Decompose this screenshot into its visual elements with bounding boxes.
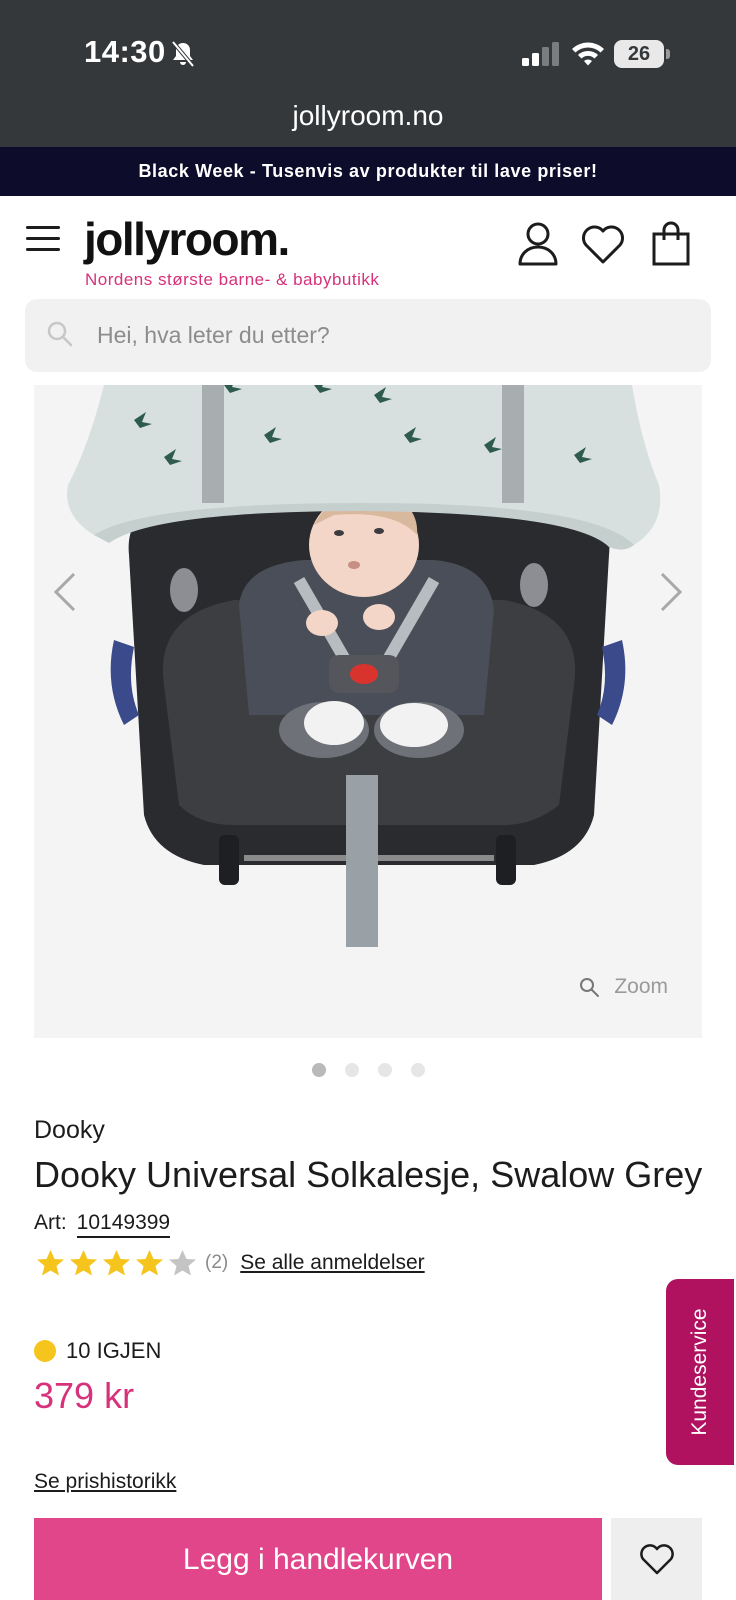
promo-banner[interactable]: Black Week - Tusenvis av produkter til l… (0, 147, 736, 196)
wifi-icon (572, 42, 604, 66)
menu-icon[interactable] (26, 226, 60, 252)
heart-icon (640, 1544, 674, 1575)
star-filled-icon (70, 1250, 97, 1276)
zoom-button[interactable]: Zoom (578, 972, 668, 1002)
price-history-link[interactable]: Se prishistorikk (34, 1470, 176, 1494)
star-filled-icon (136, 1250, 163, 1276)
zoom-label: Zoom (614, 975, 668, 998)
next-image-arrow[interactable] (654, 568, 688, 616)
battery-tip (666, 49, 670, 59)
review-count: (2) (205, 1252, 229, 1273)
customer-service-tab[interactable]: Kundeservice (666, 1279, 734, 1465)
article-label: Art: (34, 1211, 67, 1234)
star-filled-icon (37, 1250, 64, 1276)
stock-indicator-icon (34, 1340, 56, 1362)
browser-chrome: 14:30 26 jollyroom.no (0, 0, 736, 147)
gallery-dot-3[interactable] (377, 1063, 392, 1077)
product-rating[interactable]: (2) Se alle anmeldelser (34, 1247, 425, 1279)
article-number: Art: 10149399 (34, 1211, 171, 1238)
gallery-dot-4[interactable] (410, 1063, 425, 1077)
status-time: 14:30 (84, 34, 166, 69)
gallery-pagination (0, 1063, 736, 1077)
gallery-dot-2[interactable] (344, 1063, 359, 1077)
logo[interactable]: jollyroom. (84, 212, 290, 266)
product-gallery[interactable]: Zoom (34, 385, 702, 1038)
star-filled-icon (103, 1250, 130, 1276)
stock-status: 10 IGJEN (34, 1338, 161, 1364)
search-icon (47, 321, 73, 347)
product-title: Dooky Universal Solkalesje, Swalow Grey (34, 1154, 703, 1195)
see-all-reviews-link[interactable]: Se alle anmeldelser (240, 1251, 424, 1275)
article-number-value: 10149399 (76, 1211, 171, 1238)
cellular-signal-icon (522, 42, 559, 66)
add-to-cart-button[interactable]: Legg i handlekurven (34, 1518, 602, 1600)
customer-service-label: Kundeservice (688, 1308, 711, 1436)
wishlist-icon[interactable] (580, 220, 626, 268)
account-icon[interactable] (515, 220, 561, 268)
search-bar[interactable] (25, 299, 711, 372)
product-image[interactable] (34, 385, 702, 1038)
battery-icon: 26 (614, 40, 670, 68)
product-brand[interactable]: Dooky (34, 1116, 105, 1145)
add-to-wishlist-button[interactable] (611, 1518, 702, 1600)
gallery-dot-1[interactable] (311, 1063, 326, 1077)
battery-level: 26 (614, 40, 664, 68)
previous-image-arrow[interactable] (48, 568, 82, 616)
zoom-icon (580, 978, 600, 997)
star-empty-icon (169, 1250, 196, 1276)
cart-icon[interactable] (648, 220, 694, 268)
tagline: Nordens største barne- & babybutikk (85, 270, 380, 289)
bell-muted-icon (171, 40, 195, 68)
product-price: 379 kr (34, 1375, 135, 1416)
url-bar[interactable]: jollyroom.no (0, 100, 736, 132)
search-input[interactable] (97, 315, 677, 355)
stock-text: 10 IGJEN (66, 1338, 162, 1363)
